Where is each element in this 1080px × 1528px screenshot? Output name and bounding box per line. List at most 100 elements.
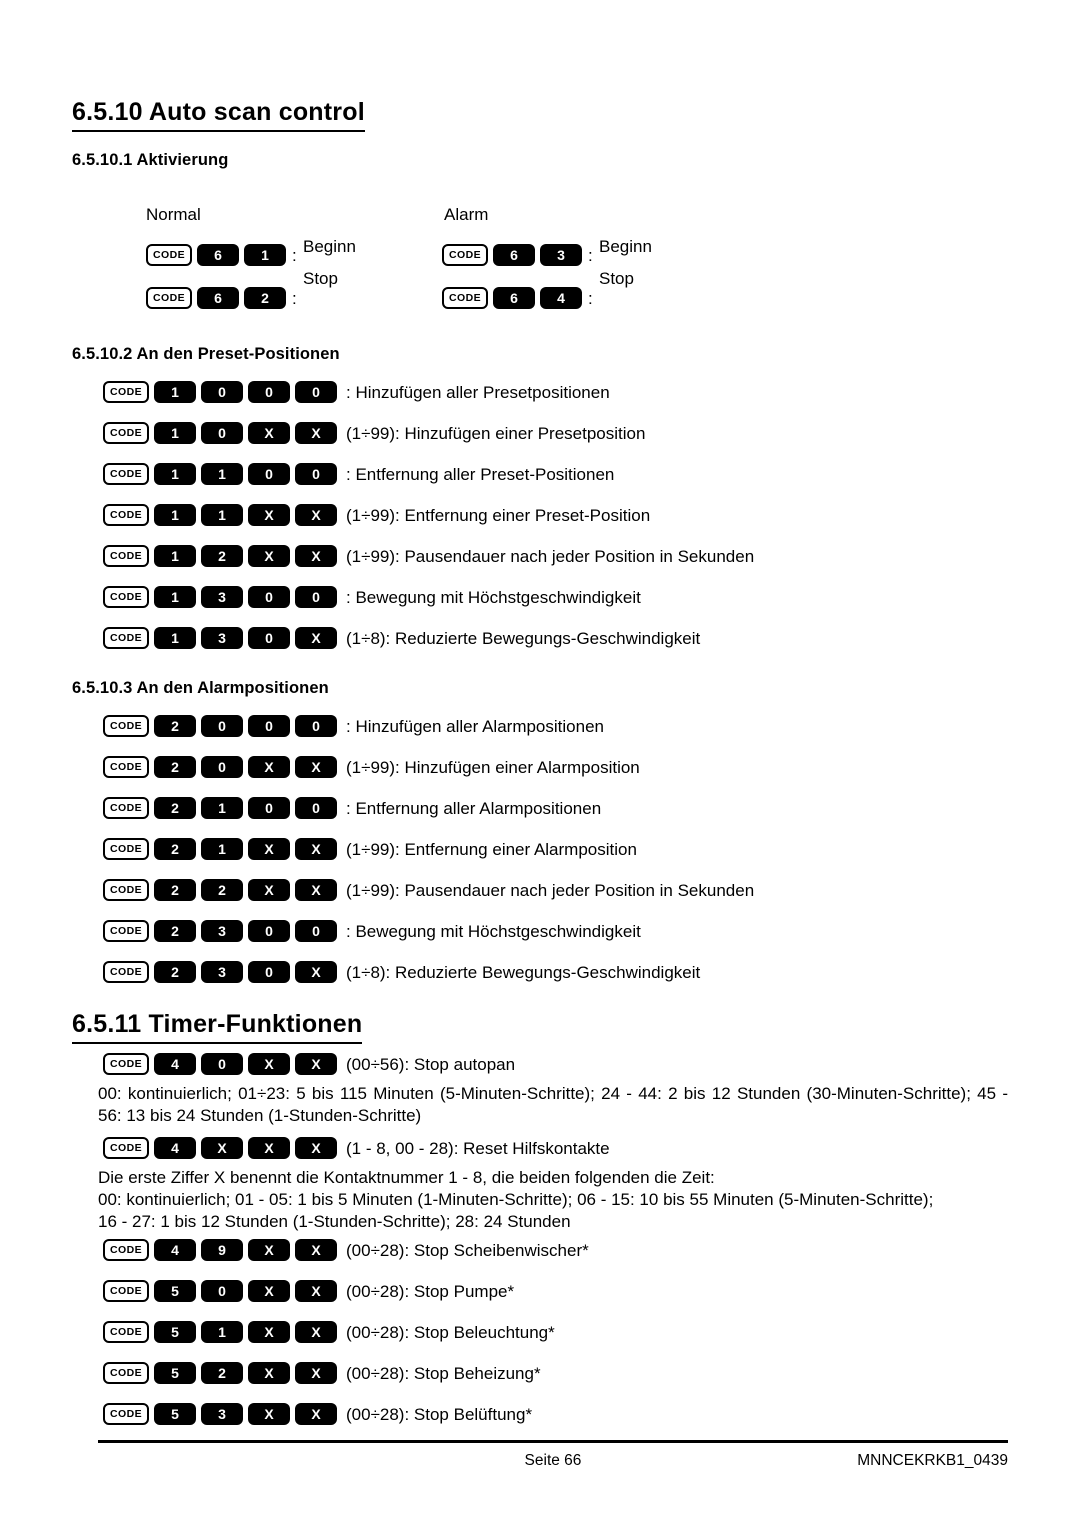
number-key[interactable]: 1 <box>154 504 196 526</box>
code-key[interactable]: CODE <box>103 1403 149 1425</box>
number-key[interactable]: X <box>248 504 290 526</box>
code-key[interactable]: CODE <box>103 756 149 778</box>
number-key[interactable]: 1 <box>154 627 196 649</box>
key-row[interactable]: CODE 2 2 X X (1÷99): Pausendauer nach je… <box>103 878 754 902</box>
key-row[interactable]: CODE 5 3 X X (00÷28): Stop Belüftung* <box>103 1402 532 1426</box>
key-row[interactable]: CODE 4 9 X X (00÷28): Stop Scheibenwisch… <box>103 1238 589 1262</box>
number-key[interactable]: X <box>248 1137 290 1159</box>
number-key[interactable]: 2 <box>201 545 243 567</box>
code-key[interactable]: CODE <box>103 1321 149 1343</box>
number-key[interactable]: 1 <box>154 422 196 444</box>
key-row[interactable]: CODE 2 1 0 0 : Entfernung aller Alarmpos… <box>103 796 601 820</box>
code-key[interactable]: CODE <box>146 244 192 266</box>
number-key[interactable]: X <box>295 422 337 444</box>
number-key[interactable]: 2 <box>154 838 196 860</box>
number-key[interactable]: X <box>248 1053 290 1075</box>
number-key[interactable]: 0 <box>248 797 290 819</box>
number-key[interactable]: X <box>248 879 290 901</box>
code-key[interactable]: CODE <box>103 1362 149 1384</box>
code-key[interactable]: CODE <box>103 961 149 983</box>
key-row[interactable]: CODE 2 1 X X (1÷99): Entfernung einer Al… <box>103 837 637 861</box>
number-key[interactable]: 1 <box>201 797 243 819</box>
key-row[interactable]: CODE 6 2 : <box>146 286 297 310</box>
number-key[interactable]: 5 <box>154 1362 196 1384</box>
key-row[interactable]: CODE 1 0 X X (1÷99): Hinzufügen einer Pr… <box>103 421 645 445</box>
code-key[interactable]: CODE <box>103 545 149 567</box>
key-row[interactable]: CODE 1 1 0 0 : Entfernung aller Preset-P… <box>103 462 614 486</box>
number-key[interactable]: 4 <box>154 1137 196 1159</box>
number-key[interactable]: 3 <box>201 961 243 983</box>
code-key[interactable]: CODE <box>103 920 149 942</box>
number-key[interactable]: 1 <box>154 381 196 403</box>
number-key[interactable]: 0 <box>248 463 290 485</box>
number-key[interactable]: X <box>295 1321 337 1343</box>
number-key[interactable]: X <box>295 961 337 983</box>
number-key[interactable]: 6 <box>493 287 535 309</box>
key-row[interactable]: CODE 1 3 0 0 : Bewegung mit Höchstgeschw… <box>103 585 641 609</box>
number-key[interactable]: 2 <box>201 1362 243 1384</box>
code-key[interactable]: CODE <box>103 463 149 485</box>
number-key[interactable]: 3 <box>201 586 243 608</box>
key-row[interactable]: CODE 1 0 0 0 : Hinzufügen aller Presetpo… <box>103 380 610 404</box>
number-key[interactable]: X <box>295 627 337 649</box>
code-key[interactable]: CODE <box>103 381 149 403</box>
number-key[interactable]: 1 <box>154 463 196 485</box>
number-key[interactable]: 3 <box>201 1403 243 1425</box>
number-key[interactable]: X <box>248 838 290 860</box>
number-key[interactable]: 0 <box>295 463 337 485</box>
key-row[interactable]: CODE 2 3 0 0 : Bewegung mit Höchstgeschw… <box>103 919 641 943</box>
number-key[interactable]: 1 <box>201 838 243 860</box>
key-row[interactable]: CODE 6 4 : <box>442 286 593 310</box>
code-key[interactable]: CODE <box>103 422 149 444</box>
number-key[interactable]: X <box>248 1280 290 1302</box>
number-key[interactable]: 3 <box>201 627 243 649</box>
number-key[interactable]: 0 <box>201 422 243 444</box>
number-key[interactable]: X <box>248 545 290 567</box>
number-key[interactable]: 0 <box>295 920 337 942</box>
number-key[interactable]: X <box>201 1137 243 1159</box>
number-key[interactable]: 1 <box>201 1321 243 1343</box>
number-key[interactable]: 1 <box>244 244 286 266</box>
number-key[interactable]: X <box>295 756 337 778</box>
number-key[interactable]: X <box>295 838 337 860</box>
code-key[interactable]: CODE <box>146 287 192 309</box>
number-key[interactable]: 2 <box>154 879 196 901</box>
key-row[interactable]: CODE 6 3 : <box>442 243 593 267</box>
number-key[interactable]: X <box>295 1362 337 1384</box>
number-key[interactable]: 0 <box>248 586 290 608</box>
code-key[interactable]: CODE <box>103 879 149 901</box>
number-key[interactable]: X <box>248 1239 290 1261</box>
number-key[interactable]: 0 <box>248 627 290 649</box>
code-key[interactable]: CODE <box>103 797 149 819</box>
number-key[interactable]: X <box>295 879 337 901</box>
number-key[interactable]: 6 <box>197 244 239 266</box>
code-key[interactable]: CODE <box>442 287 488 309</box>
number-key[interactable]: X <box>248 422 290 444</box>
number-key[interactable]: X <box>295 1239 337 1261</box>
number-key[interactable]: X <box>295 1053 337 1075</box>
key-row[interactable]: CODE 6 1 : <box>146 243 297 267</box>
key-row[interactable]: CODE 2 0 0 0 : Hinzufügen aller Alarmpos… <box>103 714 604 738</box>
number-key[interactable]: 1 <box>154 545 196 567</box>
number-key[interactable]: 2 <box>154 797 196 819</box>
number-key[interactable]: 1 <box>201 504 243 526</box>
number-key[interactable]: X <box>295 1137 337 1159</box>
number-key[interactable]: 0 <box>295 715 337 737</box>
key-row[interactable]: CODE 5 1 X X (00÷28): Stop Beleuchtung* <box>103 1320 555 1344</box>
key-row[interactable]: CODE 5 2 X X (00÷28): Stop Beheizung* <box>103 1361 541 1385</box>
code-key[interactable]: CODE <box>442 244 488 266</box>
number-key[interactable]: 9 <box>201 1239 243 1261</box>
code-key[interactable]: CODE <box>103 504 149 526</box>
number-key[interactable]: X <box>295 504 337 526</box>
code-key[interactable]: CODE <box>103 1280 149 1302</box>
number-key[interactable]: X <box>248 1403 290 1425</box>
number-key[interactable]: 5 <box>154 1403 196 1425</box>
number-key[interactable]: 3 <box>201 920 243 942</box>
number-key[interactable]: X <box>295 1403 337 1425</box>
code-key[interactable]: CODE <box>103 838 149 860</box>
number-key[interactable]: X <box>248 756 290 778</box>
code-key[interactable]: CODE <box>103 1239 149 1261</box>
number-key[interactable]: 0 <box>201 1280 243 1302</box>
number-key[interactable]: 1 <box>154 586 196 608</box>
number-key[interactable]: 0 <box>295 381 337 403</box>
